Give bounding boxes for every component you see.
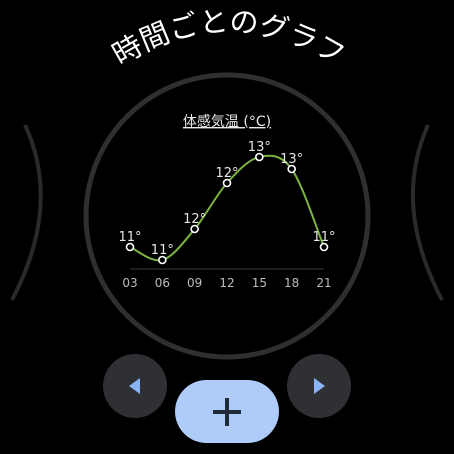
data-label: 11° (312, 230, 335, 245)
x-tick-label: 18 (284, 276, 299, 290)
data-label: 12° (215, 166, 238, 181)
chevron-right-icon (314, 378, 325, 394)
data-label: 13° (280, 152, 303, 167)
x-tick-label: 12 (219, 276, 234, 290)
data-label: 11° (118, 230, 141, 245)
chevron-left-icon (129, 378, 140, 394)
plus-icon (213, 397, 241, 426)
add-button[interactable] (175, 380, 279, 443)
chart-title: 体感気温 (°C) (183, 113, 271, 130)
data-label: 12° (183, 212, 206, 227)
prev-button[interactable] (103, 354, 167, 418)
data-label: 13° (248, 140, 271, 155)
x-tick-label: 15 (252, 276, 267, 290)
x-tick-label: 21 (316, 276, 331, 290)
x-tick-label: 03 (122, 276, 137, 290)
next-button[interactable] (287, 354, 351, 418)
data-label: 11° (151, 243, 174, 258)
x-tick-label: 06 (155, 276, 170, 290)
x-tick-label: 09 (187, 276, 202, 290)
